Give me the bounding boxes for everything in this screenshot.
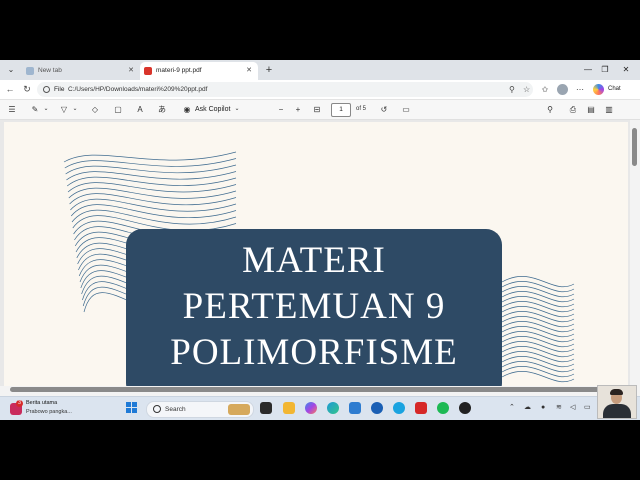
wifi-icon[interactable]: ≋ (556, 402, 562, 414)
translate-icon[interactable]: あ (156, 103, 168, 116)
draw-icon[interactable]: ✎ (29, 103, 41, 116)
star-icon[interactable]: ☆ (523, 82, 530, 97)
tab-bar: ⌄ New tab ✕ materi-9 ppt.pdf ✕ + — ❐ ✕ (0, 60, 640, 80)
page-total: of 5 (356, 106, 367, 112)
mcafee-icon[interactable] (415, 402, 427, 414)
more-icon[interactable]: ⋯ (574, 83, 586, 96)
save-icon[interactable]: ▤ (585, 103, 597, 116)
horizontal-scrollbar[interactable] (0, 386, 630, 393)
taskbar-search[interactable]: Search (146, 401, 254, 418)
fit-icon[interactable]: ⊟ (311, 103, 323, 116)
chat-label[interactable]: Chat (608, 83, 621, 96)
hp-icon[interactable] (371, 402, 383, 414)
pdf-toolbar: ☰ ✎ ⌄ ▽ ⌄ ◇ ▢ A あ ◉ Ask Copilot ⌄ − + ⊟ … (0, 100, 640, 120)
tab-label: materi-9 ppt.pdf (156, 67, 202, 74)
volume-icon[interactable]: ◁ (570, 402, 575, 414)
minimize-icon[interactable]: — (581, 63, 595, 77)
print-icon[interactable]: ⎙ (567, 103, 579, 116)
close-window-icon[interactable]: ✕ (619, 63, 633, 77)
restore-icon[interactable]: ❐ (598, 63, 612, 77)
zoom-out-icon[interactable]: − (275, 103, 287, 116)
avatar[interactable] (557, 84, 568, 95)
close-icon[interactable]: ✕ (128, 62, 134, 80)
browser-window: ⌄ New tab ✕ materi-9 ppt.pdf ✕ + — ❐ ✕ ←… (0, 60, 640, 420)
contents-icon[interactable]: ☰ (6, 103, 18, 116)
search-icon (153, 405, 161, 413)
close-icon[interactable]: ✕ (246, 62, 252, 80)
eraser-icon[interactable]: ◇ (89, 103, 101, 116)
spotify-icon[interactable] (437, 402, 449, 414)
copilot-icon[interactable] (593, 84, 604, 95)
rotate-icon[interactable]: ↺ (378, 103, 390, 116)
copilot-small-icon[interactable]: ◉ (181, 103, 193, 116)
save-as-icon[interactable]: ▥ (603, 103, 615, 116)
page-number-input[interactable]: 1 (331, 103, 351, 117)
news-subtitle[interactable]: Prabowo pangka... (26, 409, 72, 415)
pdf-viewer[interactable]: MATERI PERTEMUAN 9 POLIMORFISME (0, 120, 640, 387)
page-view-icon[interactable]: ▭ (400, 103, 412, 116)
cloud-icon[interactable]: ☁ (524, 402, 531, 414)
search-icon[interactable]: ⚲ (544, 103, 556, 116)
news-badge: 3 (16, 400, 23, 407)
scroll-thumb[interactable] (632, 128, 637, 166)
highlight-icon[interactable]: ▽ (58, 103, 70, 116)
chevron-down-icon[interactable]: ⌄ (42, 103, 50, 116)
person-hair (610, 389, 623, 395)
taskbar: 3 Berita utama Prabowo pangka... Search … (0, 396, 640, 420)
favorites-icon[interactable]: ✩ (539, 83, 551, 96)
search-label: Search (165, 406, 186, 413)
vertical-scrollbar[interactable] (630, 120, 640, 387)
title-line-2: PERTEMUAN 9 (182, 286, 446, 327)
mic-icon[interactable]: ● (541, 402, 545, 414)
zoom-icon[interactable]: ⚲ (509, 82, 515, 97)
url-text[interactable]: C:/Users/HP/Downloads/materi%209%20ppt.p… (68, 82, 207, 97)
tab-menu-icon[interactable]: ⌄ (4, 64, 18, 76)
info-icon[interactable] (43, 86, 50, 93)
title-line-3: POLIMORFISME (170, 332, 458, 373)
ask-copilot-button[interactable]: Ask Copilot (195, 103, 230, 116)
edge-icon[interactable] (327, 402, 339, 414)
task-view-icon[interactable] (260, 402, 272, 414)
battery-icon[interactable]: ▭ (584, 402, 591, 414)
read-aloud-icon[interactable]: A (134, 103, 146, 116)
windows-start-icon[interactable] (126, 402, 138, 414)
search-highlight-image (228, 404, 250, 415)
store-icon[interactable] (349, 402, 361, 414)
copilot-app-icon[interactable] (305, 402, 317, 414)
news-title[interactable]: Berita utama (26, 400, 57, 406)
webcam-overlay (597, 385, 637, 419)
file-explorer-icon[interactable] (283, 402, 295, 414)
title-line-1: MATERI (242, 240, 386, 281)
zoom-in-icon[interactable]: + (292, 103, 304, 116)
chevron-down-icon[interactable]: ⌄ (71, 103, 79, 116)
help-icon[interactable] (393, 402, 405, 414)
chevron-down-icon[interactable]: ⌄ (233, 103, 241, 116)
address-bar[interactable]: File C:/Users/HP/Downloads/materi%209%20… (37, 82, 533, 97)
pdf-page: MATERI PERTEMUAN 9 POLIMORFISME (4, 122, 628, 387)
tab-label: New tab (38, 67, 62, 74)
refresh-icon[interactable]: ↻ (21, 83, 33, 96)
text-icon[interactable]: ▢ (112, 103, 124, 116)
plus-icon[interactable]: + (262, 63, 276, 77)
tab-pdf[interactable]: materi-9 ppt.pdf ✕ (140, 62, 258, 80)
url-scheme: File (54, 86, 65, 93)
back-icon[interactable]: ← (4, 83, 16, 96)
tab-new-tab[interactable]: New tab ✕ (22, 62, 140, 80)
chevron-up-icon[interactable]: ⌃ (509, 402, 515, 414)
pdf-icon (144, 67, 152, 75)
title-box: MATERI PERTEMUAN 9 POLIMORFISME (126, 229, 502, 387)
scroll-thumb[interactable] (10, 387, 622, 392)
address-bar-row: ← ↻ File C:/Users/HP/Downloads/materi%20… (0, 80, 640, 100)
new-tab-icon (26, 67, 34, 75)
person-body (603, 404, 631, 418)
app-icon[interactable] (459, 402, 471, 414)
